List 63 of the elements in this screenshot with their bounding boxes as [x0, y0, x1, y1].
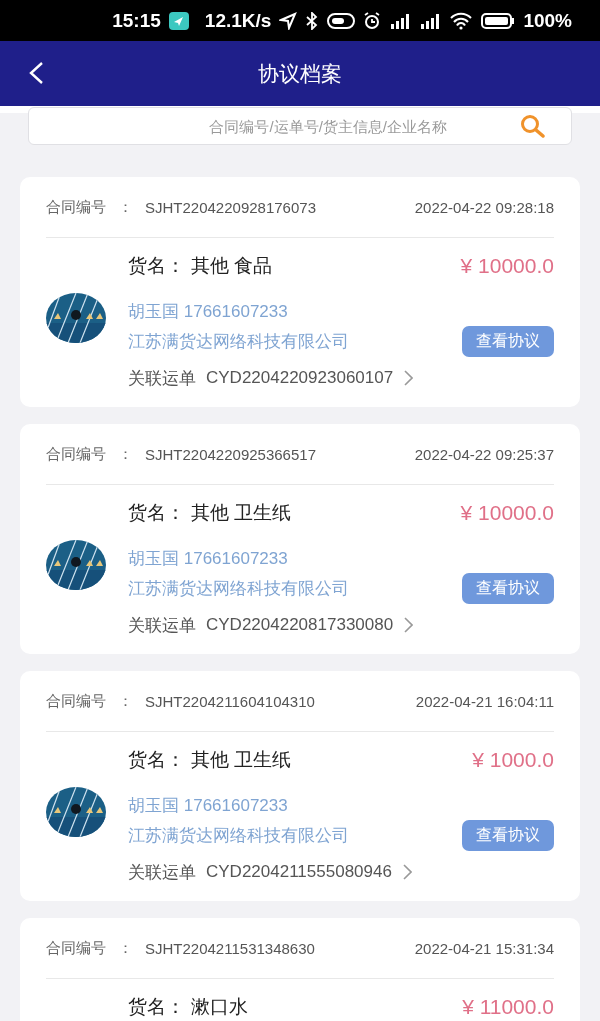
contract-number-label: 合同编号	[46, 691, 106, 711]
waybill-number[interactable]: CYD2204220923060107	[206, 368, 394, 388]
contract-datetime: 2022-04-21 16:04:11	[415, 692, 554, 710]
contract-number-label: 合同编号	[46, 444, 106, 464]
goods-label: 货名：	[128, 748, 185, 772]
contract-card[interactable]: 合同编号 ： SJHT2204211604104310 2022-04-21 16:04:11 货名： 其他 卫生纸 ¥ 1000.0 胡玉国 17661607233 江苏满货达网络科技有限公司 查看协议 关联运单 CYD2204211555080946	[20, 671, 580, 901]
contract-number: SJHT2204220925366517	[145, 445, 316, 463]
company-name: 江苏满货达网络科技有限公司	[128, 824, 349, 847]
back-icon[interactable]	[28, 61, 44, 85]
contract-datetime: 2022-04-22 09:28:18	[414, 198, 554, 216]
separator: ：	[118, 444, 133, 464]
waybill-number[interactable]: CYD2204211555080946	[206, 862, 392, 882]
contract-number: SJHT2204211604104310	[145, 692, 315, 710]
signal-icon	[389, 11, 412, 30]
location-arrow-icon	[279, 11, 298, 30]
search-field[interactable]: 合同编号/运单号/货主信息/企业名称	[28, 107, 572, 145]
company-name: 江苏满货达网络科技有限公司	[128, 330, 349, 353]
contract-card[interactable]: 合同编号 ： SJHT2204220925366517 2022-04-22 09:25:37 货名： 其他 卫生纸 ¥ 10000.0 胡玉国 17661607233 江苏满货达网络科技有限公司 查看协议 关联运单 CYD2204220817330080	[20, 424, 580, 654]
contract-card[interactable]: 合同编号 ： SJHT2204211531348630 2022-04-21 15:31:34 货名： 漱口水 ¥ 11000.0	[20, 918, 580, 1021]
wifi-icon	[449, 11, 474, 30]
contract-datetime: 2022-04-21 15:31:34	[414, 939, 554, 957]
goods-label: 货名：	[128, 995, 185, 1019]
contact-info: 胡玉国 17661607233	[128, 549, 288, 568]
contract-card[interactable]: 合同编号 ： SJHT2204220928176073 2022-04-22 09:28:18 货名： 其他 食品 ¥ 10000.0 胡玉国 17661607233 江苏满货达网络科技有限公司 查看协议 关联运单 CYD2204220923060107	[20, 177, 580, 407]
battery-level: 100%	[523, 9, 572, 32]
search-icon[interactable]	[520, 114, 546, 138]
contract-number: SJHT2204211531348630	[145, 939, 315, 957]
amount: ¥ 10000.0	[460, 501, 554, 525]
waybill-label: 关联运单	[128, 861, 196, 884]
waybill-label: 关联运单	[128, 614, 196, 637]
amount: ¥ 10000.0	[460, 254, 554, 278]
contract-number-label: 合同编号	[46, 197, 106, 217]
signal-icon	[419, 11, 442, 30]
contact-info: 胡玉国 17661607233	[128, 796, 288, 815]
alarm-icon	[363, 11, 382, 30]
separator: ：	[118, 938, 133, 958]
waybill-label: 关联运单	[128, 367, 196, 390]
chevron-right-icon[interactable]	[403, 370, 414, 386]
amount: ¥ 11000.0	[462, 995, 554, 1019]
separator: ：	[118, 691, 133, 711]
network-speed: 12.1K/s	[204, 9, 272, 32]
bluetooth-icon	[305, 11, 320, 30]
page-title: 协议档案	[258, 60, 342, 87]
notification-app-icon	[168, 11, 189, 30]
separator: ：	[118, 197, 133, 217]
battery-icon	[481, 11, 516, 30]
goods-label: 货名：	[128, 254, 185, 278]
contact-info: 胡玉国 17661607233	[128, 302, 288, 321]
contract-datetime: 2022-04-22 09:25:37	[414, 445, 554, 463]
chevron-right-icon[interactable]	[401, 864, 412, 880]
waybill-number[interactable]: CYD2204220817330080	[206, 615, 394, 635]
amount: ¥ 1000.0	[472, 748, 554, 772]
goods-name: 其他 食品	[191, 254, 273, 278]
status-time: 15:15	[112, 9, 161, 32]
goods-name: 其他 卫生纸	[191, 501, 292, 525]
goods-name: 其他 卫生纸	[191, 748, 292, 772]
contract-number: SJHT2204220928176073	[145, 198, 316, 216]
goods-label: 货名：	[128, 501, 185, 525]
goods-name: 漱口水	[191, 995, 248, 1019]
company-name: 江苏满货达网络科技有限公司	[128, 577, 349, 600]
chevron-right-icon[interactable]	[403, 617, 414, 633]
contract-number-label: 合同编号	[46, 938, 106, 958]
toggle-icon	[327, 12, 356, 29]
